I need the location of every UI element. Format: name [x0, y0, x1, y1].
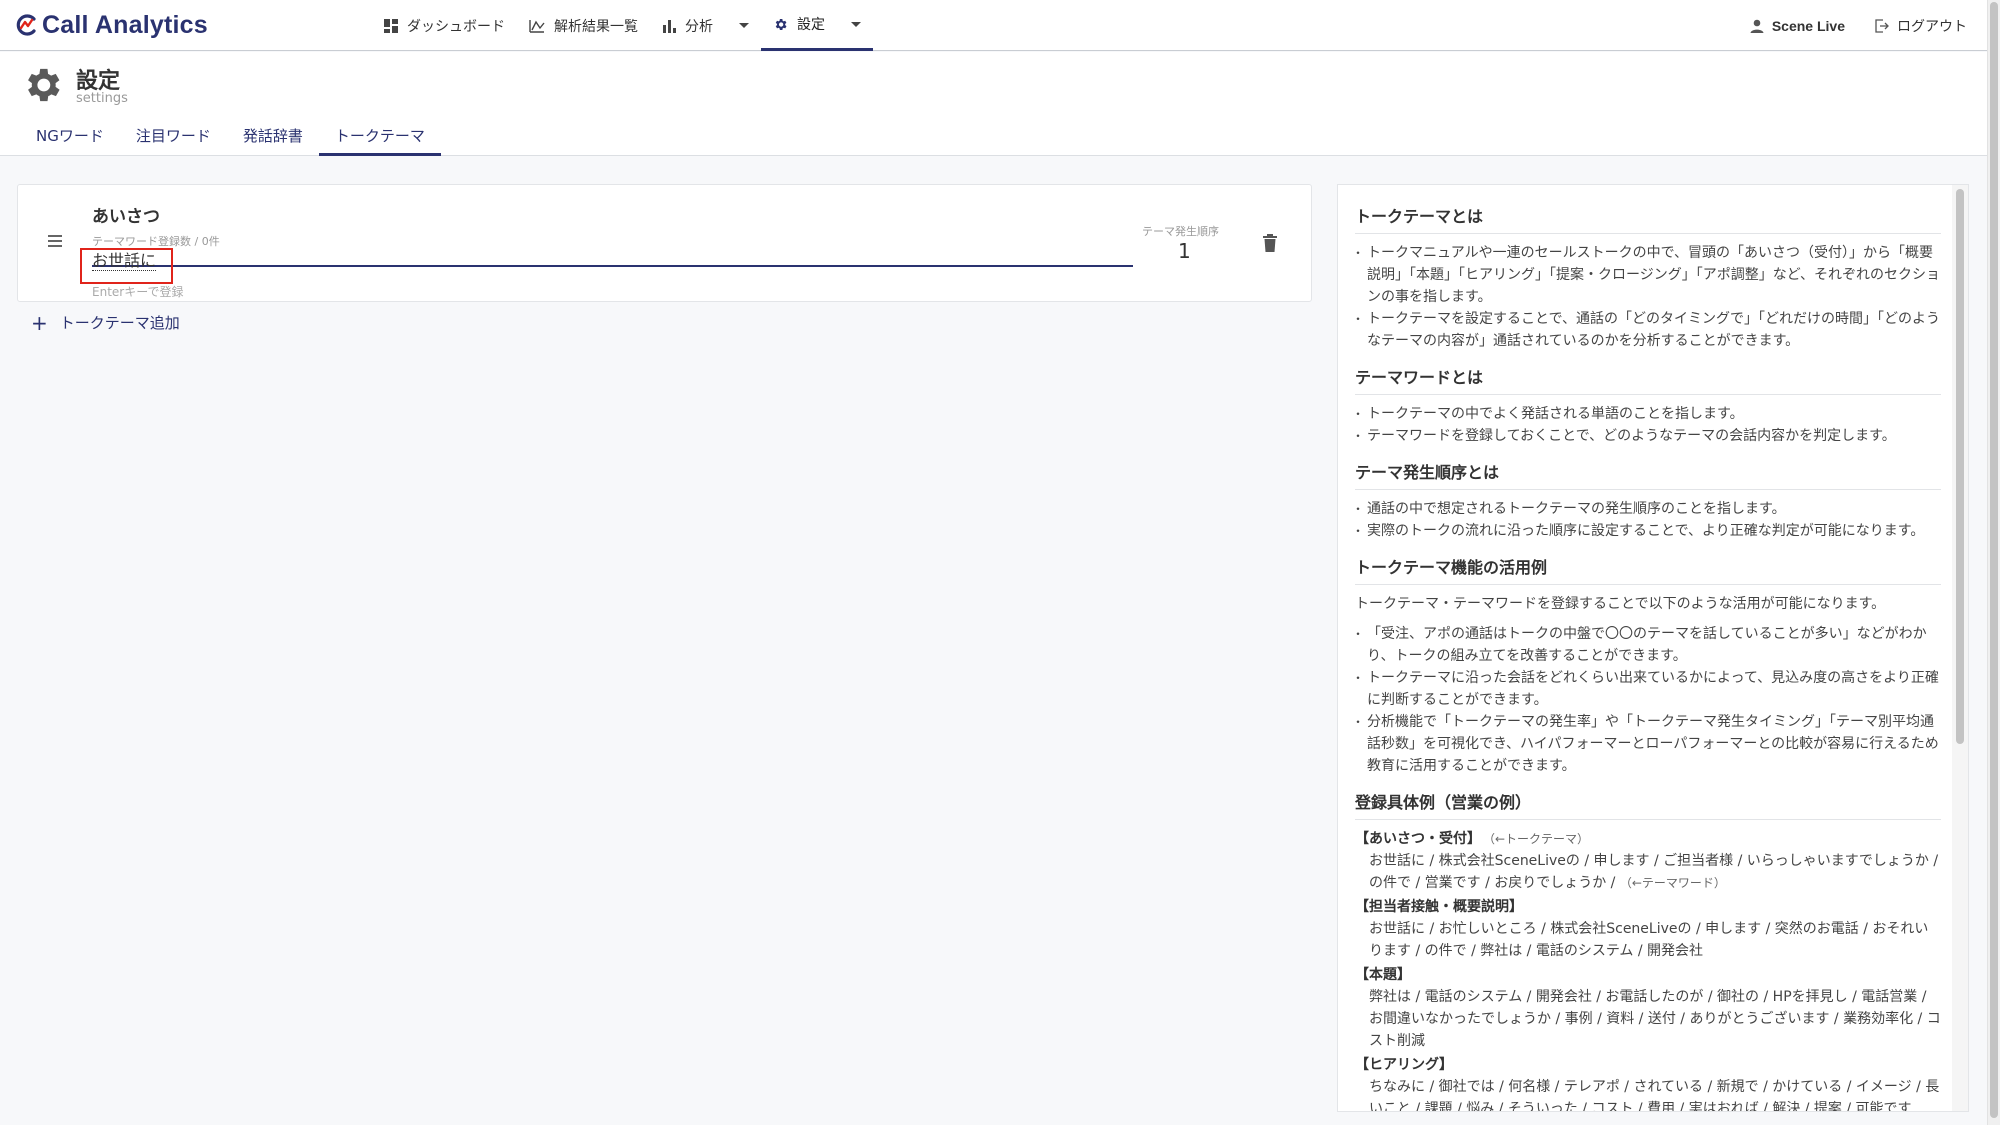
list-item: 「受注、アポの通話はトークの中盤で〇〇のテーマを話していることが多い」などがわか…: [1352, 623, 1941, 667]
logout-icon: [1875, 18, 1889, 33]
list-item: トークマニュアルや一連のセールストークの中で、冒頭の「あいさつ（受付）」から「概…: [1352, 242, 1941, 308]
nav-analysis[interactable]: 分析: [650, 0, 761, 51]
gear-icon: [775, 18, 787, 30]
tab-ng-words[interactable]: NGワード: [20, 120, 120, 156]
help-section-title: テーマ発生順序とは: [1355, 459, 1941, 490]
page-subtitle: settings: [76, 91, 128, 106]
settings-tabs: NGワード 注目ワード 発話辞書 トークテーマ: [20, 120, 441, 156]
help-scrollbar[interactable]: [1952, 185, 1968, 1111]
theme-name[interactable]: あいさつ: [92, 202, 160, 227]
example-note: （←トークテーマ）: [1489, 832, 1590, 846]
help-list: 「受注、アポの通話はトークの中盤で〇〇のテーマを話していることが多い」などがわか…: [1352, 623, 1941, 777]
call-analytics-logo-icon: [16, 14, 36, 36]
logout-button[interactable]: ログアウト: [1875, 16, 1967, 36]
list-item: トークテーマを設定することで、通話の「どのタイミングで」「どれだけの時間」「どの…: [1352, 308, 1941, 352]
nav-dashboard-label: ダッシュボード: [407, 18, 505, 35]
help-paragraph: トークテーマ・テーマワードを登録することで以下のような活用が可能になります。: [1355, 596, 1886, 612]
help-content: トークテーマとは トークマニュアルや一連のセールストークの中で、冒頭の「あいさつ…: [1352, 203, 1941, 1112]
help-section-title: 登録具体例（営業の例）: [1355, 789, 1941, 820]
input-hint: Enterキーで登録: [92, 285, 184, 299]
trash-icon[interactable]: [1262, 233, 1278, 253]
help-list: トークテーマの中でよく発話される単語のことを指します。 テーマワードを登録してお…: [1352, 403, 1941, 447]
example-heading: 【担当者接触・概要説明】: [1355, 899, 1523, 915]
bar-chart-icon: [663, 19, 676, 33]
tab-talk-theme[interactable]: トークテーマ: [318, 120, 441, 156]
user-menu[interactable]: Scene Live: [1750, 18, 1845, 34]
talk-theme-card: あいさつ テーマワード登録数 / 0件 お世話に Enterキーで登録 テーマ発…: [17, 184, 1312, 302]
user-name: Scene Live: [1771, 17, 1845, 34]
chevron-down-icon: [739, 23, 749, 28]
settings-gear-icon: [28, 68, 60, 102]
plus-icon: +: [31, 310, 48, 335]
help-list: トークマニュアルや一連のセールストークの中で、冒頭の「あいさつ（受付）」から「概…: [1352, 242, 1941, 352]
example-body: お世話に / 株式会社SceneLiveの / 申します / ご担当者様 / い…: [1355, 850, 1941, 894]
dashboard-icon: [384, 18, 398, 33]
top-navbar: Call Analytics ダッシュボード 解析結果一覧 分析 設定 Scen…: [0, 0, 1987, 51]
theme-order-label: テーマ発生順序: [1142, 225, 1219, 238]
add-talk-theme-button[interactable]: + トークテーマ追加: [31, 312, 180, 333]
help-section-title: トークテーマ機能の活用例: [1355, 554, 1941, 585]
help-list: 通話の中で想定されるトークテーマの発生順序のことを指します。 実際のトークの流れ…: [1352, 498, 1941, 542]
app-title: Call Analytics: [42, 10, 208, 39]
list-item: トークテーマの中でよく発話される単語のことを指します。: [1352, 403, 1941, 425]
list-item: 分析機能で「トークテーマの発生率」や「トークテーマ発生タイミング」「テーマ別平均…: [1352, 711, 1941, 777]
nav-results[interactable]: 解析結果一覧: [517, 0, 650, 51]
drag-handle-icon[interactable]: [48, 235, 62, 250]
logout-label: ログアウト: [1897, 18, 1967, 35]
example-note: （←テーマワード）: [1619, 876, 1726, 890]
example-heading: 【あいさつ・受付】 （←トークテーマ）: [1355, 828, 1941, 850]
help-panel: トークテーマとは トークマニュアルや一連のセールストークの中で、冒頭の「あいさつ…: [1337, 184, 1969, 1112]
line-chart-icon: [529, 19, 545, 33]
list-item: トークテーマに沿った会話をどれくらい出来ているかによって、見込み度の高さをより正…: [1352, 667, 1941, 711]
nav-settings[interactable]: 設定: [761, 0, 873, 51]
nav-analysis-label: 分析: [685, 18, 713, 35]
list-item: テーマワードを登録しておくことで、どのようなテーマの会話内容かを判定します。: [1352, 425, 1941, 447]
main-nav: ダッシュボード 解析結果一覧 分析 設定: [372, 0, 873, 51]
user-area: Scene Live ログアウト: [1750, 0, 1967, 51]
app-logo[interactable]: Call Analytics: [14, 10, 208, 40]
page-header: 設定 settings NGワード 注目ワード 発話辞書 トークテーマ: [0, 52, 1987, 156]
nav-dashboard[interactable]: ダッシュボード: [372, 0, 517, 51]
example-body: 弊社は / 電話のシステム / 開発会社 / お電話したのが / 御社の / H…: [1369, 989, 1941, 1049]
example-body: ちなみに / 御社では / 何名様 / テレアポ / されている / 新規で /…: [1369, 1079, 1940, 1112]
list-item: 実際のトークの流れに沿った順序に設定することで、より正確な判定が可能になります。: [1352, 520, 1941, 542]
tab-utterance-dictionary[interactable]: 発話辞書: [227, 120, 319, 156]
example-body: お世話に / お忙しいところ / 株式会社SceneLiveの / 申します /…: [1369, 921, 1929, 959]
help-section-title: トークテーマとは: [1355, 203, 1941, 234]
theme-order-value[interactable]: 1: [1178, 239, 1191, 263]
add-talk-theme-label: トークテーマ追加: [59, 314, 180, 332]
example-heading: 【ヒアリング】: [1355, 1057, 1453, 1073]
example-heading: 【本題】: [1355, 967, 1411, 983]
example-heading-text: 【あいさつ・受付】: [1355, 831, 1481, 847]
user-icon: [1750, 19, 1764, 33]
highlight-box: [80, 248, 173, 284]
list-item: 通話の中で想定されるトークテーマの発生順序のことを指します。: [1352, 498, 1941, 520]
help-section-title: テーマワードとは: [1355, 364, 1941, 395]
page-scrollbar[interactable]: [1987, 0, 2000, 1125]
theme-word-input[interactable]: お世話に: [92, 247, 1133, 271]
chevron-down-icon: [851, 21, 861, 27]
tab-focus-words[interactable]: 注目ワード: [120, 120, 227, 156]
nav-results-label: 解析結果一覧: [554, 18, 638, 35]
nav-settings-label: 設定: [797, 17, 825, 33]
